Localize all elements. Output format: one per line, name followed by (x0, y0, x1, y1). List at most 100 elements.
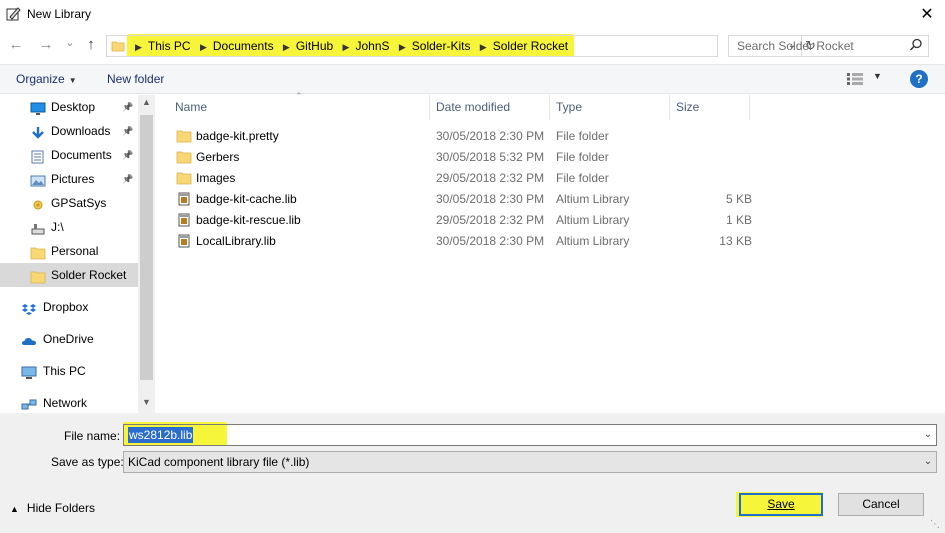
sidebar-item[interactable]: Desktop 📌 (0, 95, 138, 119)
organize-label: Organize (16, 72, 65, 86)
help-icon[interactable]: ? (910, 70, 928, 88)
search-box[interactable]: Search Solder Rocket (728, 35, 929, 57)
cancel-button[interactable]: Cancel (838, 493, 924, 516)
back-arrow-icon[interactable]: ← (7, 31, 25, 59)
column-divider[interactable] (749, 95, 750, 120)
column-header-size[interactable]: Size (670, 95, 750, 120)
computer-icon (21, 364, 37, 388)
sidebar-item-label: This PC (43, 364, 86, 378)
organize-menu[interactable]: Organize ▼ (16, 65, 77, 95)
title-bar: New Library ✕ (0, 0, 945, 30)
sidebar-item[interactable]: Personal (0, 239, 138, 263)
date-modified-cell: 29/05/2018 2:32 PM (436, 213, 545, 227)
date-modified-cell: 30/05/2018 2:30 PM (436, 234, 545, 248)
type-cell: File folder (556, 129, 609, 143)
size-cell: 13 KB (719, 234, 752, 248)
sidebar-item-label: Solder Rocket (51, 268, 127, 282)
column-header-name[interactable]: Name (169, 95, 429, 120)
up-arrow-icon[interactable]: ↑ (82, 31, 100, 59)
type-cell: Altium Library (556, 192, 630, 206)
date-modified-cell: 29/05/2018 2:32 PM (436, 171, 545, 185)
save-as-type-chevron-icon[interactable]: ⌄ (919, 452, 937, 472)
sidebar-item[interactable]: Downloads 📌 (0, 119, 138, 143)
table-row[interactable]: LocalLibrary.lib 30/05/2018 2:30 PM Altium… (168, 231, 752, 252)
sidebar-item-label: Dropbox (43, 300, 89, 314)
scroll-up-icon[interactable]: ▲ (138, 97, 155, 107)
sidebar-item-label: Downloads (51, 124, 111, 138)
file-name-field-frame[interactable]: ws2812b.lib ⌄ (123, 424, 937, 446)
scrollbar-thumb[interactable] (140, 115, 153, 380)
sidebar-item[interactable]: Network (0, 391, 138, 415)
sidebar-item[interactable]: J:\ (0, 215, 138, 239)
navigation-scrollbar[interactable]: ▲ ▼ (138, 95, 155, 413)
breadcrumb-separator-icon[interactable]: ▶ (480, 42, 487, 52)
close-icon[interactable]: ✕ (917, 5, 937, 25)
breadcrumb-separator-icon[interactable]: ▶ (399, 42, 406, 52)
sidebar-item-label: Pictures (51, 172, 95, 186)
sidebar-item[interactable]: Dropbox (0, 295, 138, 319)
pin-icon: 📌 (122, 150, 134, 160)
navigation-pane: Desktop 📌 Downloads 📌 Documents 📌 Pictures 📌 GPS… (0, 95, 155, 413)
table-row[interactable]: Gerbers 30/05/2018 5:32 PM File folder (168, 147, 748, 168)
column-header-type[interactable]: Type (550, 95, 670, 120)
breadcrumb-separator-icon[interactable]: ▶ (200, 42, 207, 52)
view-details-icon[interactable] (847, 73, 863, 85)
search-placeholder: Search Solder Rocket (737, 39, 854, 53)
sidebar-item-label: Network (43, 396, 88, 410)
table-row[interactable]: badge-kit.pretty 30/05/2018 2:30 PM File f… (168, 126, 748, 147)
forward-arrow-icon[interactable]: → (37, 31, 55, 59)
file-list: ⌃ Name Date modified Type Size badge-kit… (158, 91, 945, 413)
pin-icon: 📌 (122, 174, 134, 184)
breadcrumb-item[interactable]: This PC (148, 39, 191, 53)
table-row[interactable]: Images 29/05/2018 2:32 PM File folder (168, 168, 748, 189)
table-row[interactable]: badge-kit-rescue.lib 29/05/2018 2:32 PM Al… (168, 210, 752, 231)
date-modified-cell: 30/05/2018 5:32 PM (436, 150, 545, 164)
address-bar[interactable]: ▶ This PC ▶ Documents ▶ GitHub ▶ JohnS ▶ Sold… (106, 35, 816, 57)
caret-up-icon: ▲ (10, 504, 19, 514)
breadcrumb-item[interactable]: JohnS (355, 39, 389, 53)
type-cell: Altium Library (556, 213, 630, 227)
table-row[interactable]: badge-kit-cache.lib 30/05/2018 2:30 PM Alt… (168, 189, 752, 210)
folder-icon (30, 268, 46, 292)
save-button[interactable]: Save (739, 493, 823, 516)
breadcrumb-item[interactable]: GitHub (296, 39, 333, 53)
save-as-type-label: Save as type: (51, 455, 124, 469)
dropbox-icon (21, 300, 37, 324)
breadcrumb-item[interactable]: Documents (213, 39, 274, 53)
file-name-dropdown-chevron-icon[interactable]: ⌄ (919, 425, 937, 445)
hide-folders-button[interactable]: ▲ Hide Folders (10, 500, 95, 517)
scroll-down-icon[interactable]: ▼ (138, 397, 155, 407)
file-name-value[interactable]: ws2812b.lib (128, 427, 194, 443)
sidebar-item[interactable]: OneDrive (0, 327, 138, 351)
breadcrumb: ▶ This PC ▶ Documents ▶ GitHub ▶ JohnS ▶ Sold… (129, 36, 568, 56)
breadcrumb-item[interactable]: Solder-Kits (412, 39, 471, 53)
file-name-cell: LocalLibrary.lib (196, 234, 276, 248)
save-as-type-select[interactable]: KiCad component library file (*.lib) ⌄ (123, 451, 937, 473)
file-name-cell: Gerbers (196, 150, 240, 164)
view-options-caret-icon[interactable]: ▼ (873, 71, 882, 81)
sidebar-item[interactable]: GPSatSys (0, 191, 138, 215)
type-cell: File folder (556, 150, 609, 164)
pin-icon: 📌 (122, 126, 134, 136)
column-header-date-modified[interactable]: Date modified (430, 95, 550, 120)
file-name-label: File name: (64, 429, 121, 443)
sidebar-item[interactable]: This PC (0, 359, 138, 383)
sidebar-item[interactable]: Documents 📌 (0, 143, 138, 167)
file-name-cell: badge-kit-rescue.lib (196, 213, 301, 227)
file-name-cell: Images (196, 171, 236, 185)
sidebar-item[interactable]: Solder Rocket (0, 263, 138, 287)
resize-grip-icon[interactable]: ⋱ (930, 519, 940, 530)
sidebar-item-label: Personal (51, 244, 99, 258)
caret-down-icon: ▼ (68, 76, 77, 85)
new-folder-button[interactable]: New folder (107, 65, 164, 93)
breadcrumb-separator-icon[interactable]: ▶ (283, 42, 290, 52)
type-cell: File folder (556, 171, 609, 185)
breadcrumb-item[interactable]: Solder Rocket (493, 39, 568, 53)
recent-locations-chevron-icon[interactable]: ⌄ (61, 29, 79, 57)
sidebar-item-label: J:\ (51, 220, 64, 234)
search-icon[interactable] (909, 38, 923, 52)
window-title: New Library (27, 7, 92, 21)
breadcrumb-separator-icon[interactable]: ▶ (343, 42, 350, 52)
sidebar-item[interactable]: Pictures 📌 (0, 167, 138, 191)
date-modified-cell: 30/05/2018 2:30 PM (436, 129, 545, 143)
